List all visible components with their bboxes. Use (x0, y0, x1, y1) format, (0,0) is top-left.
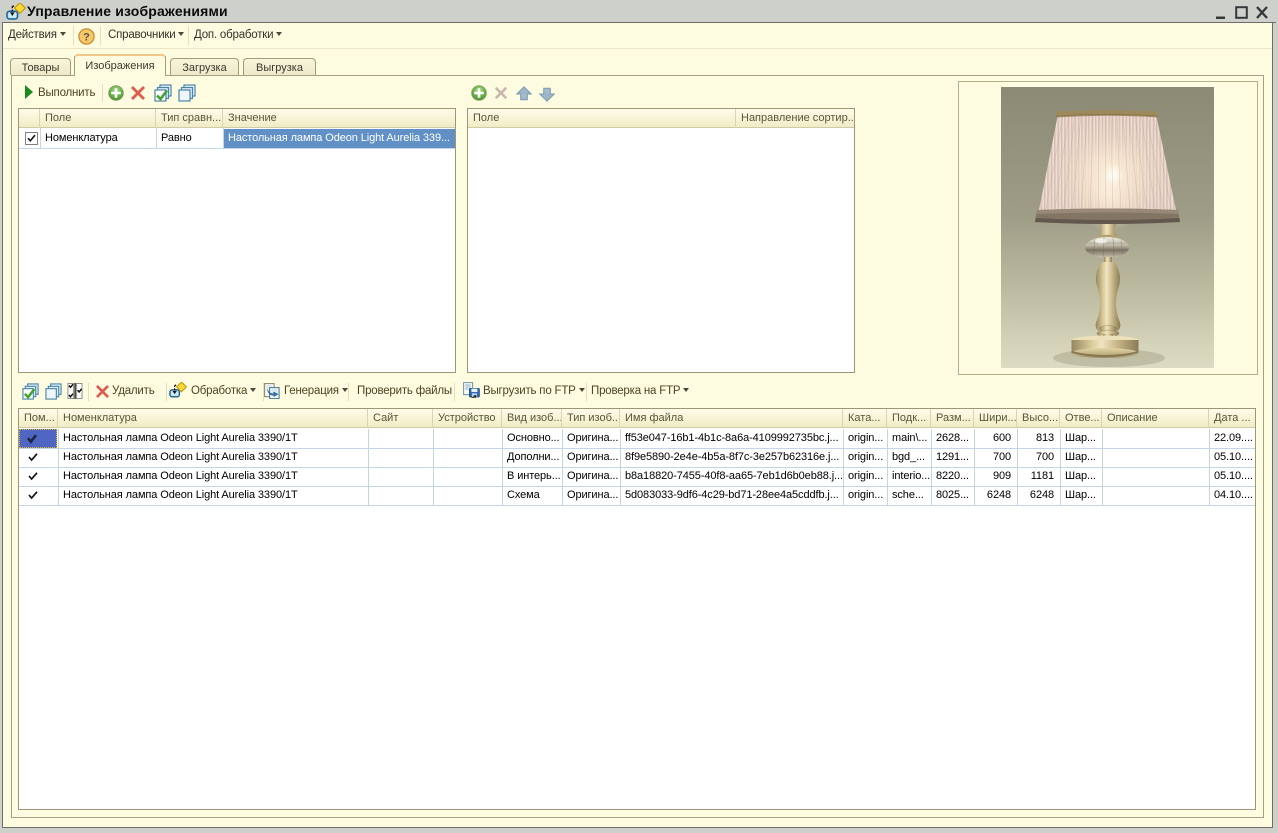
svg-text:?: ? (83, 31, 90, 43)
